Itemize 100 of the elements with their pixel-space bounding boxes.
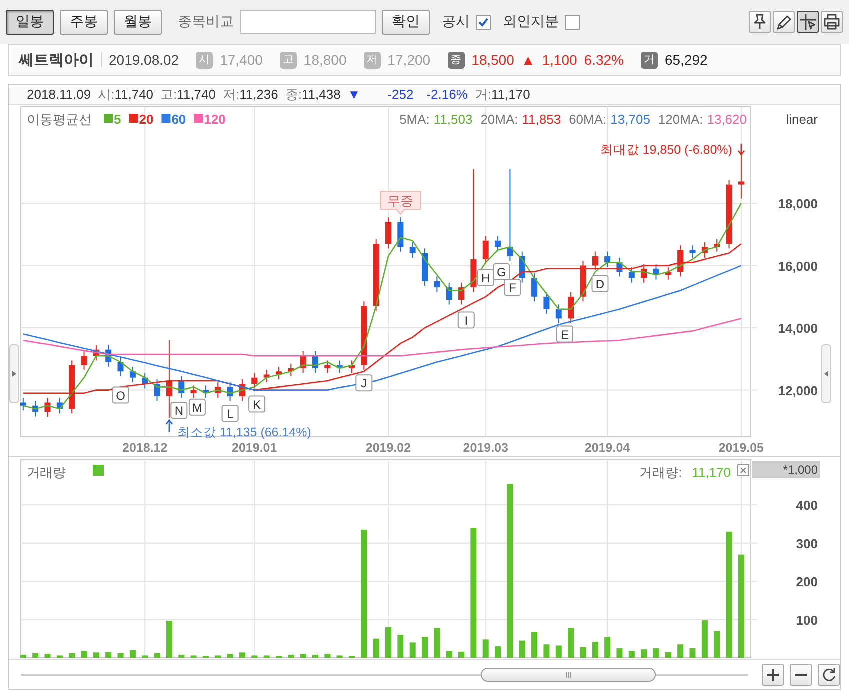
volume-bar (227, 654, 234, 658)
checkbox[interactable] (476, 14, 491, 30)
volume-bar (422, 637, 428, 658)
volume-reading: 거:11,170 (474, 86, 530, 104)
volume-bar (653, 648, 660, 658)
volume-bar (434, 628, 440, 658)
volume-bar (178, 655, 185, 658)
pencil-button[interactable] (773, 11, 795, 33)
axis-label: 400 (796, 498, 818, 514)
pushpin-button[interactable] (749, 11, 771, 33)
candle (434, 276, 440, 293)
marker-label: L (222, 405, 239, 422)
checkbox[interactable] (565, 14, 580, 30)
axis-label: 100 (796, 612, 818, 628)
period-tab[interactable]: 월봉 (114, 10, 162, 34)
unit-label: *1,000 (752, 461, 820, 478)
zoom-out-button[interactable] (790, 664, 812, 686)
annotation: H (482, 272, 490, 286)
printer-icon (824, 14, 840, 30)
volume-bar (288, 655, 294, 658)
period-tab[interactable]: 주봉 (60, 10, 108, 34)
candle (678, 245, 684, 278)
volume-bar (44, 654, 51, 658)
close-icon[interactable] (738, 464, 750, 477)
legend-title: 이동평균선 (27, 112, 92, 128)
candle (556, 304, 562, 324)
quote-date: 2019.08.02 (109, 52, 180, 68)
axis-label: 12,000 (778, 384, 818, 398)
candle (422, 248, 428, 287)
axis-label: 14,000 (778, 321, 818, 336)
annotation: E (560, 328, 569, 342)
axis-label: 200 (796, 574, 818, 590)
collapse-handle[interactable] (822, 344, 832, 404)
volume-bar (276, 656, 282, 658)
candle (106, 344, 112, 368)
axis-label: 16,000 (778, 258, 818, 274)
candle (628, 267, 635, 284)
crosshair-icon (799, 13, 817, 31)
marker-label: E (556, 326, 574, 343)
annotation: L (226, 407, 234, 422)
change-percent: -2.16% (426, 87, 468, 102)
volume-bar (386, 628, 392, 658)
ma-readout: 20MA: 11,853 (480, 112, 562, 128)
marker-label: I (458, 312, 475, 329)
candle (653, 264, 660, 280)
volume-bar (324, 654, 331, 658)
price-value: 17,200 (388, 52, 431, 68)
zoom-in-button[interactable] (762, 664, 784, 686)
candle (410, 242, 416, 259)
volume-bar (239, 652, 246, 658)
candle (568, 292, 574, 324)
option-label: 공시 (442, 13, 470, 31)
annotation: O (116, 388, 126, 403)
candle (93, 344, 100, 362)
compare-input-field[interactable] (240, 10, 376, 34)
refresh-button[interactable] (818, 664, 840, 686)
candle (118, 357, 124, 377)
scale-label: linear (786, 112, 818, 128)
printer-button[interactable] (821, 11, 843, 33)
candle (276, 366, 282, 380)
candle (665, 267, 672, 280)
candle (641, 264, 648, 284)
legend-label: 20 (139, 112, 154, 128)
candle (349, 360, 355, 374)
annotation: M (192, 401, 202, 416)
candle (495, 236, 502, 252)
volume-bar (544, 644, 550, 658)
price-value: 17,400 (220, 52, 263, 68)
change-amount: -252 (388, 87, 414, 102)
legend-title: 거래량 (27, 465, 66, 480)
confirm-button[interactable]: 확인 (382, 10, 430, 34)
refresh-icon (822, 667, 836, 682)
volume-bar (93, 652, 100, 658)
period-tab[interactable]: 일봉 (6, 10, 54, 34)
collapse-handle[interactable] (10, 344, 20, 404)
volume-bar (580, 648, 586, 658)
annotation: J (361, 376, 368, 391)
stock-name: 쎄트렉아이 (19, 50, 94, 70)
candle (580, 260, 586, 302)
legend-label: 60 (172, 112, 186, 128)
annotation: F (508, 281, 516, 296)
volume-bar (190, 656, 197, 658)
change-amount: 1,100 (542, 52, 578, 68)
volume-bar (458, 652, 465, 658)
candle (312, 351, 318, 374)
scrollbar-thumb[interactable] (481, 668, 656, 682)
crosshair-button[interactable] (797, 11, 819, 33)
candle (154, 379, 160, 402)
candle (482, 236, 489, 265)
change-arrow: ▲ (521, 52, 536, 68)
candle (398, 217, 404, 252)
candle (288, 364, 294, 377)
option-label: 외인지분 (503, 13, 559, 31)
volume-bar (56, 656, 63, 658)
min-price-label: 최소값 11,135 (66.14%) (177, 426, 312, 440)
volume-bar (641, 650, 648, 658)
ma-readout: 5MA: 11,503 (400, 112, 473, 128)
volume-bar (118, 654, 124, 658)
ma-readout: 120MA: 13,620 (658, 112, 747, 128)
candle (604, 251, 611, 268)
